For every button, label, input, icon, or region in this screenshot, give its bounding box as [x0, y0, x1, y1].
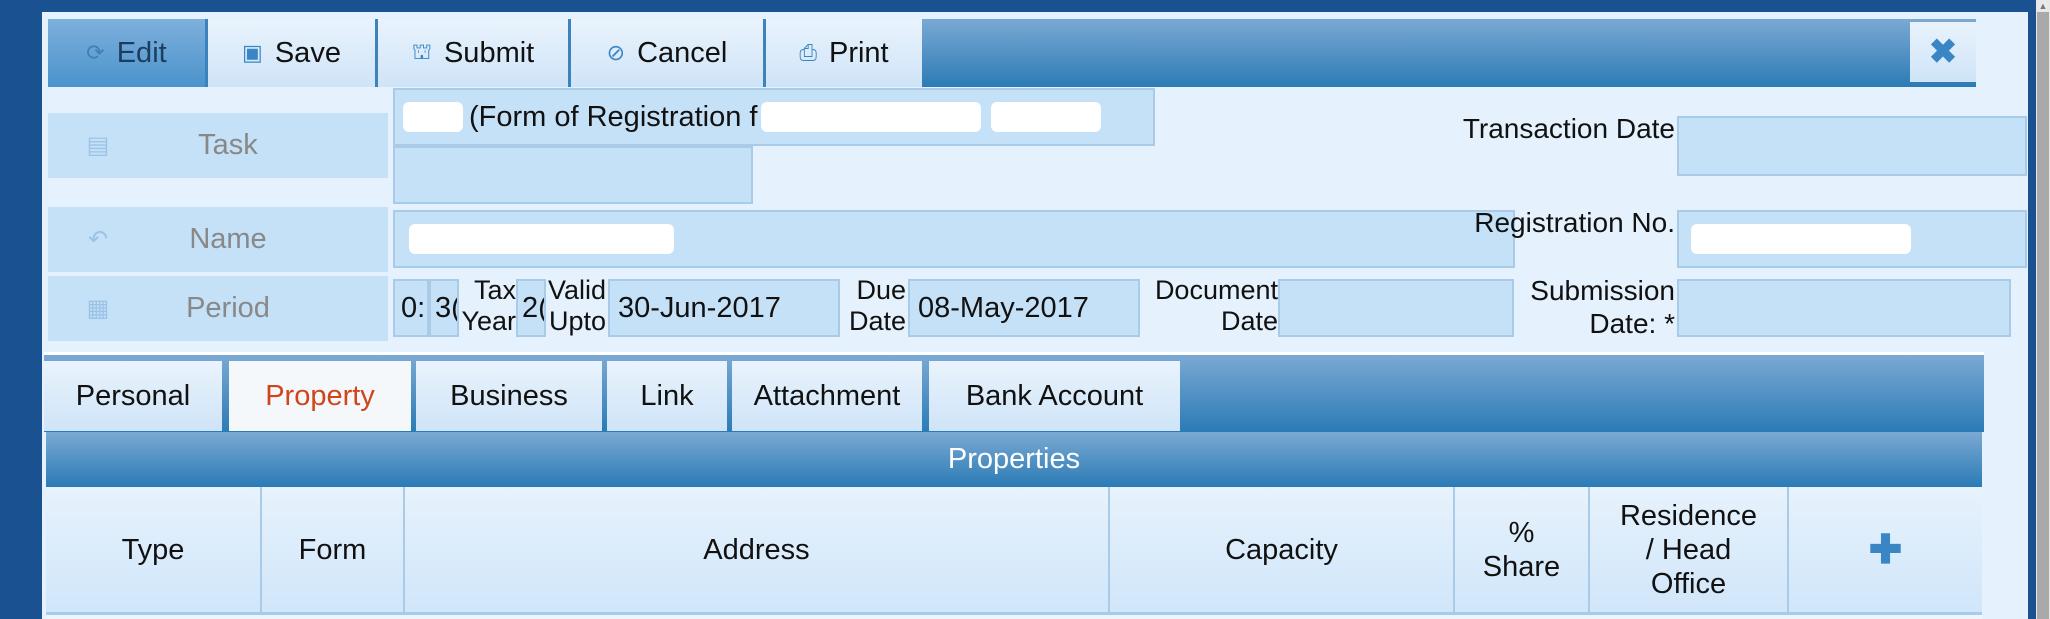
task-field[interactable]: (Form of Registration f — [393, 88, 1155, 146]
task-label-cell: ▤ Task — [48, 113, 388, 178]
refresh-icon: ⟳ — [86, 40, 105, 65]
notebook-icon: ▤ — [86, 132, 110, 159]
valid-upto-label: Valid Upto — [547, 275, 606, 336]
period-label-cell: ▦ Period — [48, 276, 388, 341]
close-icon: ✖ — [1928, 33, 1958, 71]
column-header-form[interactable]: Form — [262, 487, 405, 612]
tab-bank-account[interactable]: Bank Account — [929, 361, 1180, 431]
tax-year-label: Tax Year — [461, 275, 516, 336]
column-header-capacity[interactable]: Capacity — [1110, 487, 1455, 612]
column-header-type[interactable]: Type — [46, 487, 262, 612]
redacted-value — [409, 224, 674, 254]
column-header-residence-head-office[interactable]: Residence / Head Office — [1590, 487, 1789, 612]
plus-icon[interactable]: ✚ — [1869, 530, 1903, 570]
tab-property[interactable]: Property — [229, 361, 411, 431]
tab-business[interactable]: Business — [416, 361, 602, 431]
ban-icon: ⊘ — [606, 40, 626, 65]
redacted-value — [991, 102, 1102, 132]
print-button[interactable]: ⎙ Print — [766, 19, 922, 87]
name-field[interactable] — [393, 210, 1515, 268]
name-label-cell: ↶ Name — [48, 207, 388, 272]
scrollbar-thumb[interactable] — [2037, 12, 2049, 619]
reply-icon: ↶ — [87, 226, 109, 253]
save-button[interactable]: ▣ Save — [208, 19, 378, 87]
window-scrollbar[interactable]: ▲ — [2036, 0, 2050, 619]
due-date-field[interactable]: 08-May-2017 — [908, 279, 1140, 337]
tab-bar: Personal Property Business Link Attachme… — [44, 352, 1984, 432]
due-date-label: Due Date — [848, 275, 906, 336]
transaction-date-label: Transaction Date — [1462, 113, 1675, 144]
transaction-date-field[interactable] — [1677, 116, 2027, 176]
properties-panel-title: Properties — [46, 432, 1982, 487]
period-from-field[interactable]: 0: — [393, 279, 429, 337]
column-header-address[interactable]: Address — [405, 487, 1110, 612]
edit-button[interactable]: ⟳ Edit — [48, 19, 208, 87]
table-row — [46, 615, 1982, 619]
registration-no-field[interactable] — [1677, 210, 2027, 268]
printer-icon: ⎙ — [799, 40, 817, 65]
tab-attachment[interactable]: Attachment — [732, 361, 922, 431]
column-header-share[interactable]: % Share — [1455, 487, 1590, 612]
floppy-disk-icon: ▣ — [242, 40, 263, 65]
document-date-label: Document Date — [1154, 275, 1278, 336]
cancel-button[interactable]: ⊘ Cancel — [571, 19, 766, 87]
tab-personal[interactable]: Personal — [44, 361, 222, 431]
briefcase-icon: ⛫ — [411, 38, 432, 64]
add-row-cell: ✚ — [1789, 487, 1982, 612]
properties-table-header: Type Form Address Capacity % Share Resid… — [46, 487, 1982, 615]
redacted-value — [1691, 224, 1911, 254]
valid-upto-field[interactable]: 30-Jun-2017 — [608, 279, 840, 337]
close-button[interactable]: ✖ — [1910, 22, 1976, 82]
redacted-value — [403, 102, 463, 132]
submit-button[interactable]: ⛫ Submit — [378, 19, 571, 87]
toolbar: ⟳ Edit ▣ Save ⛫ Submit ⊘ Cancel ⎙ Print … — [48, 19, 1976, 87]
tab-link[interactable]: Link — [607, 361, 727, 431]
scroll-up-arrow-icon[interactable]: ▲ — [2036, 0, 2050, 12]
task-extra-field[interactable] — [393, 146, 753, 204]
registration-no-label: Registration No. — [1474, 207, 1675, 238]
submission-date-field[interactable] — [1677, 279, 2011, 337]
submission-date-label: Submission Date: * — [1530, 275, 1675, 339]
period-to-field[interactable]: 3( — [429, 279, 459, 337]
redacted-value — [761, 102, 982, 132]
calendar-icon: ▦ — [86, 295, 110, 322]
